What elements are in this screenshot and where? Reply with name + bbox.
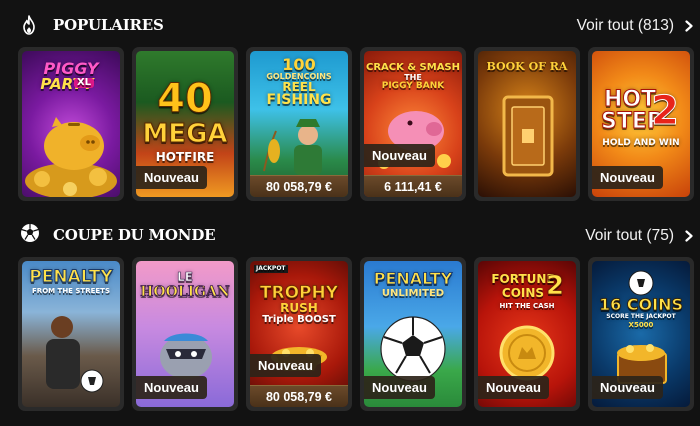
jackpot-amount: 80 058,79 € (250, 385, 348, 407)
see-all-link[interactable]: Voir tout (813) (577, 17, 674, 35)
game-thumbnail: PIGGY PARTY XL (22, 51, 120, 197)
game-logo-line: UNLIMITED (381, 288, 445, 299)
game-card-book-of-ra[interactable]: BOOK OF RA (474, 47, 580, 201)
section-header: POPULAIRES Voir tout (813) (0, 0, 700, 50)
game-card-crack-smash-piggy-bank[interactable]: CRACK & SMASH THE PIGGY BANK 6 111,41 € … (360, 47, 466, 201)
game-card-hot-step-2[interactable]: HOT STEP 2 HOLD AND WIN Nouveau (588, 47, 694, 201)
game-logo-line: X5000 (628, 321, 654, 329)
section-title: POPULAIRES (53, 16, 164, 34)
game-logo-line: PENALTY (29, 267, 113, 287)
game-logo-line: Triple BOOST (262, 314, 336, 325)
game-logo-line: MEGA (142, 119, 228, 149)
section-header: COUPE DU MONDE Voir tout (75) (0, 210, 700, 260)
game-logo-line: LE (177, 270, 193, 284)
new-badge: Nouveau (136, 166, 207, 189)
chevron-right-icon[interactable] (684, 230, 694, 242)
game-thumbnail: JACKPOT TROPHY RUSH Triple BOOST 80 058,… (250, 261, 348, 407)
new-badge: Nouveau (364, 144, 435, 167)
game-thumbnail: LE HOOLIGAN Nouveau (136, 261, 234, 407)
game-card-fortune-coins-2[interactable]: FORTUNE COINS 2 HIT THE CASH Nouveau (474, 257, 580, 411)
section-populaires: POPULAIRES Voir tout (813) PIGGY PARTY X… (0, 0, 700, 201)
game-thumbnail: 16 COINS SCORE THE JACKPOT X5000 Nouveau (592, 261, 690, 407)
game-logo-line: SCORE THE JACKPOT (606, 313, 676, 320)
jackpot-amount: 80 058,79 € (250, 175, 348, 197)
game-logo-line: TROPHY (259, 283, 339, 303)
game-thumbnail: PENALTY FROM THE STREETS (22, 261, 120, 407)
new-badge: Nouveau (592, 376, 663, 399)
game-card-penalty-unlimited[interactable]: PENALTY UNLIMITED Nouveau (360, 257, 466, 411)
new-badge: Nouveau (250, 354, 321, 377)
game-logo-line: CRACK & SMASH (365, 62, 460, 73)
see-all-link[interactable]: Voir tout (75) (585, 227, 674, 245)
game-logo-line: HIT THE CASH (499, 302, 555, 310)
game-thumbnail: 40 MEGA HOTFIRE Nouveau (136, 51, 234, 197)
game-card-reel-fishing[interactable]: 100 GOLDENCOINS REEL FISHING 80 058,79 € (246, 47, 352, 201)
game-logo-line: PARTY (40, 75, 94, 93)
game-card-40-mega-hotfire[interactable]: 40 MEGA HOTFIRE Nouveau (132, 47, 238, 201)
game-logo-line: PENALTY (373, 269, 453, 288)
section-coupe-du-monde: COUPE DU MONDE Voir tout (75) PENALTY FR… (0, 210, 700, 411)
game-thumbnail: HOT STEP 2 HOLD AND WIN Nouveau (592, 51, 690, 197)
flame-icon (23, 15, 35, 35)
new-badge: Nouveau (478, 376, 549, 399)
games-row: PIGGY PARTY XL 40 MEGA HOTFIRE Nouveau 1… (0, 47, 700, 202)
game-logo-line: 16 COINS (598, 295, 684, 314)
games-row: PENALTY FROM THE STREETS LE HOOLIGAN Nou… (0, 257, 700, 412)
soccer-ball-icon (21, 224, 39, 242)
game-card-piggy-party-xl[interactable]: PIGGY PARTY XL (18, 47, 124, 201)
game-logo-line: 40 (157, 76, 214, 122)
game-card-trophy-rush[interactable]: JACKPOT TROPHY RUSH Triple BOOST 80 058,… (246, 257, 352, 411)
new-badge: Nouveau (364, 376, 435, 399)
game-logo-line: 2 (545, 271, 565, 301)
game-thumbnail: 100 GOLDENCOINS REEL FISHING 80 058,79 € (250, 51, 348, 197)
game-thumbnail: FORTUNE COINS 2 HIT THE CASH Nouveau (478, 261, 576, 407)
game-card-16-coins[interactable]: 16 COINS SCORE THE JACKPOT X5000 Nouveau (588, 257, 694, 411)
game-thumbnail: CRACK & SMASH THE PIGGY BANK 6 111,41 € … (364, 51, 462, 197)
game-logo-line: HOLD AND WIN (602, 138, 680, 148)
game-logo-line: FROM THE STREETS (32, 287, 110, 295)
game-logo-line: PIGGY BANK (381, 81, 445, 91)
game-logo-line: HOTFIRE (155, 150, 215, 164)
game-logo-line: RUSH (280, 301, 318, 315)
jackpot-amount: 6 111,41 € (364, 175, 462, 197)
section-title: COUPE DU MONDE (53, 226, 216, 244)
game-logo-line: FISHING (266, 92, 332, 108)
new-badge: Nouveau (136, 376, 207, 399)
game-logo-line: BOOK OF RA (486, 60, 568, 73)
game-logo-line: XL (74, 78, 94, 88)
game-logo-line: JACKPOT (254, 265, 288, 273)
new-badge: Nouveau (592, 166, 663, 189)
game-thumbnail: BOOK OF RA (478, 51, 576, 197)
game-card-penalty-from-the-streets[interactable]: PENALTY FROM THE STREETS (18, 257, 124, 411)
game-logo-line: 2 (651, 88, 680, 134)
game-logo-line: HOOLIGAN (140, 284, 230, 300)
game-logo-line: 100 (282, 55, 316, 74)
chevron-right-icon[interactable] (684, 20, 694, 32)
game-thumbnail: PENALTY UNLIMITED Nouveau (364, 261, 462, 407)
game-card-le-hooligan[interactable]: LE HOOLIGAN Nouveau (132, 257, 238, 411)
